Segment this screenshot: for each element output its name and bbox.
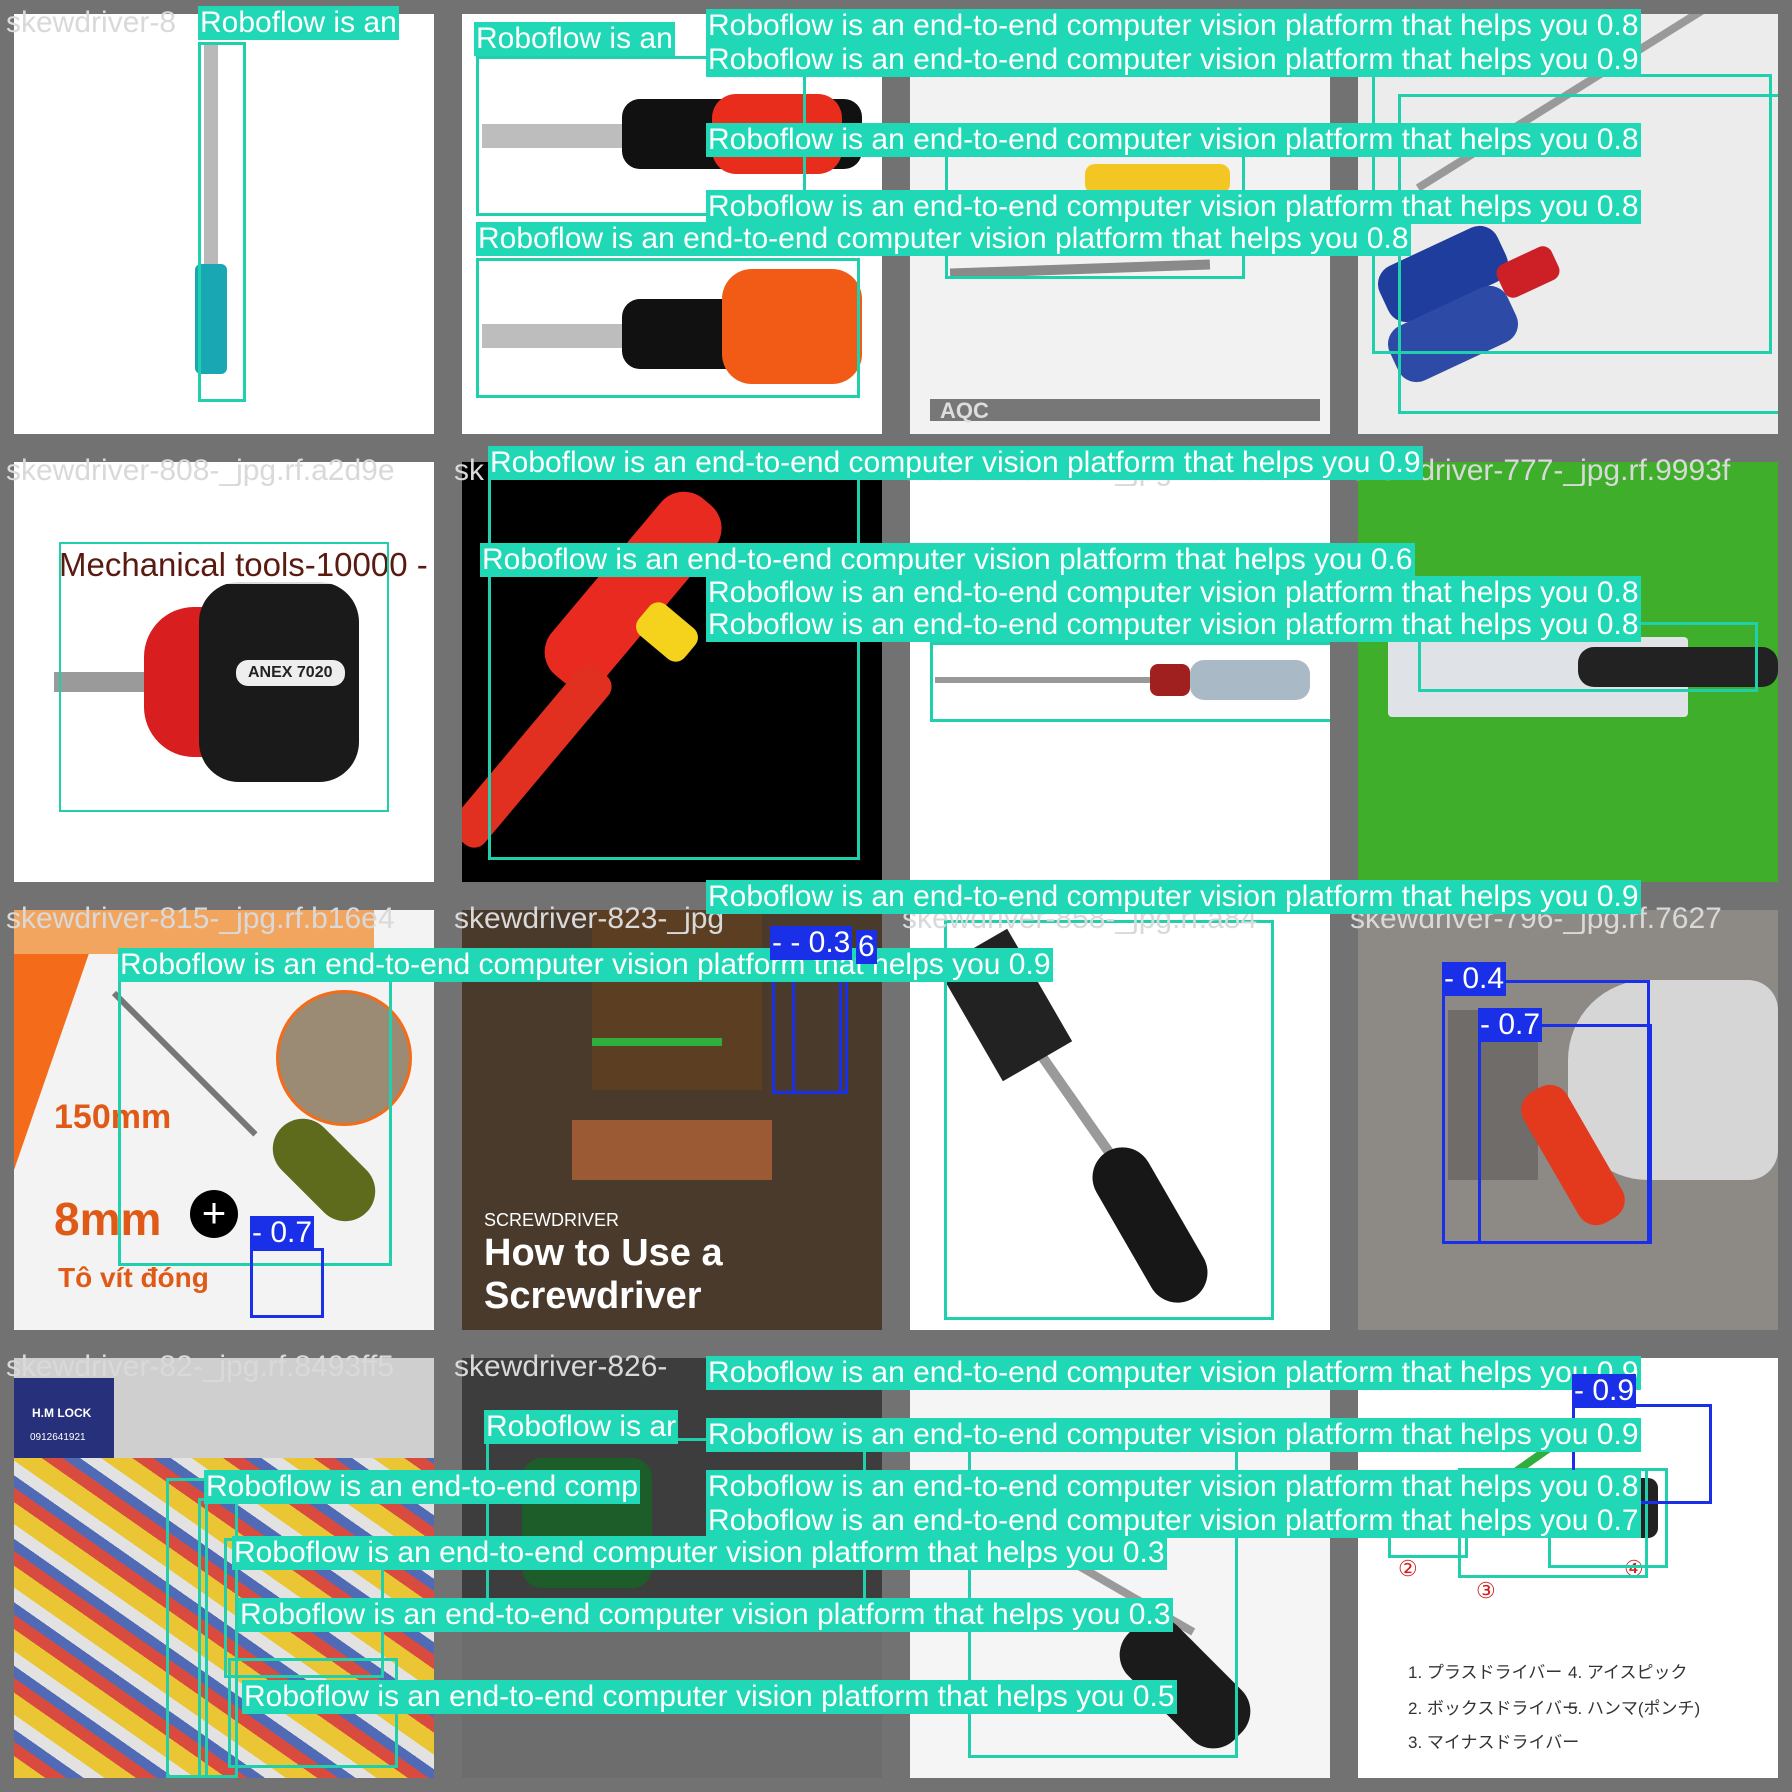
detection-label: Roboflow is an end-to-end computer visio… [706,880,1641,914]
detection-label: Roboflow is an end-to-end computer visio… [476,222,1411,256]
person-body [592,910,762,1090]
legend-2: 2. ボックスドライバー [1408,1699,1580,1718]
detection-label: Roboflow is an end-to-end computer visio… [242,1680,1177,1714]
video-subtitle: SCREWDRIVER [484,1210,620,1230]
detection-label: Roboflow is an end-to-end computer visio… [238,1598,1173,1632]
detection-box [930,642,1330,722]
detection-label: Roboflow is an end-to-end computer visio… [706,1504,1641,1538]
detection-label: Roboflow is an end-to-end computer visio… [706,608,1641,642]
tile-filename: skewdriver-82-_jpg.rf.8493ff5 [6,1350,394,1383]
sign-phone: 0912641921 [30,1432,86,1443]
legend-3: 3. マイナスドライバー [1408,1733,1580,1752]
detection-label: Roboflow is an [198,6,399,40]
legend-1: 1. プラスドライバー [1408,1663,1563,1682]
detection-box [198,42,246,402]
detection-label-blue: - 0.9 [1572,1374,1637,1408]
legend-4: 4. アイスピック [1568,1663,1688,1682]
tile-1 [14,14,434,434]
detection-box-blue [1478,1024,1652,1244]
tile-12 [1358,910,1778,1330]
detection-label: Roboflow is an end-to-end computer visio… [706,43,1641,77]
detection-label-blue: - 0.7 [250,1216,315,1250]
screwdriver [592,1038,722,1046]
tile-filename: skewdriver-826- [454,1350,668,1383]
tile-filename: skewdriver-815-_jpg.rf.b16e4 [6,902,395,935]
detection-label-blue: 6 [856,930,877,964]
product-caption: Tô vít đóng [58,1262,209,1293]
tile-filename: skewdriver-808-_jpg.rf.a2d9e [6,454,395,487]
detection-box [476,258,860,398]
detection-label: Roboflow is an end-to-end computer visio… [706,9,1641,43]
tile-5: ANEX 7020 Mechanical tools-10000 - v3 20… [14,462,434,882]
detection-label-blue: - - 0.3 [770,926,853,960]
detection-label: Roboflow is an end-to-end computer visio… [488,446,1423,480]
detection-label: Roboflow is an end-to-end computer visio… [706,1418,1641,1452]
tile-6 [462,462,882,882]
tile-filename: sk [454,454,484,487]
detection-label-blue: - 0.7 [1478,1008,1543,1042]
sign-brand: H.M LOCK [32,1406,92,1420]
tile-filename: skewdriver-823-_jpg [454,902,725,935]
detection-label: Roboflow is an end-to-end computer visio… [480,543,1415,577]
detection-label: Roboflow is an end-to-end computer visio… [118,948,1053,982]
detection-label: Roboflow is an end-to-end computer visio… [232,1536,1167,1570]
detection-label-blue: - 0.4 [1442,962,1507,996]
detection-label: Roboflow is an end-to-end computer visio… [706,576,1641,610]
detection-box-blue [250,1248,324,1318]
detection-label: Roboflow is an end-to-end computer visio… [706,190,1641,224]
detection-label: Roboflow is an [474,22,675,56]
detection-label: Roboflow is an end-to-end computer visio… [706,123,1641,157]
tile-4 [1358,14,1778,434]
detection-label: Roboflow is ar [484,1410,679,1444]
detection-label: Roboflow is an end-to-end comp [204,1470,640,1504]
brand-text: AQC [940,398,989,423]
item-number-3: ③ [1476,1578,1496,1603]
detection-label: Roboflow is an end-to-end computer visio… [706,1356,1641,1390]
tile-7 [910,462,1330,882]
legend-5: 5. ハンマ(ポンチ) [1568,1699,1701,1718]
detection-label: Roboflow is an end-to-end computer visio… [706,1470,1641,1504]
detection-box [59,542,389,812]
detection-box [488,472,860,860]
tile-8 [1358,462,1778,882]
item-number-2: ② [1398,1556,1418,1581]
tile-filename: skewdriver-8 [6,6,177,39]
wood-block [572,1120,772,1180]
video-title: How to Use a Screwdriver [484,1232,723,1317]
